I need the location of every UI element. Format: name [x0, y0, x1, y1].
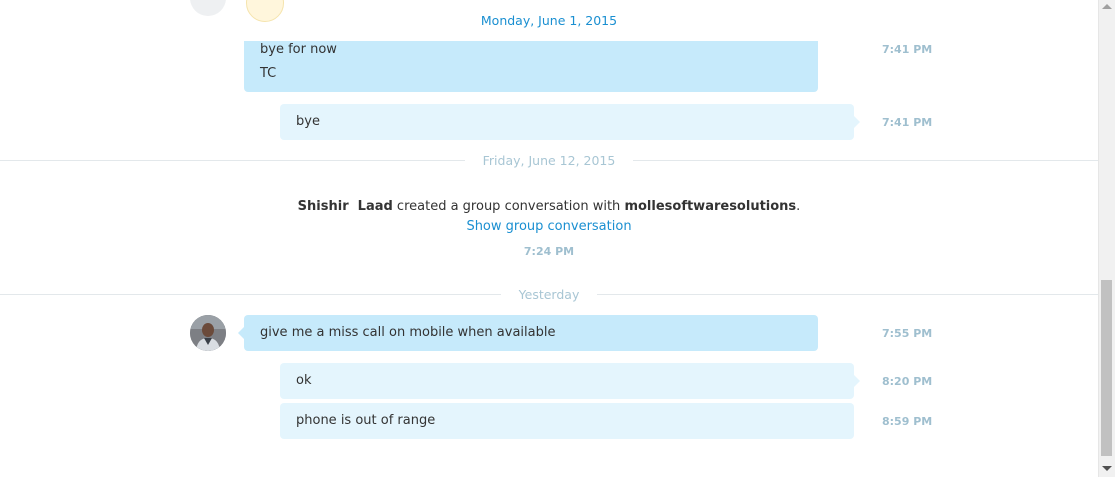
- message-timestamp: 8:20 PM: [882, 375, 933, 388]
- message-text: ok: [296, 373, 312, 388]
- message-timestamp: 7:41 PM: [882, 116, 933, 129]
- message-text: TC: [260, 66, 277, 81]
- message-timestamp: 7:55 PM: [882, 327, 933, 340]
- event-timestamp: 7:24 PM: [523, 245, 575, 258]
- scroll-up-icon[interactable]: [1102, 4, 1112, 9]
- group-event-text: Shishir Laad created a group conversatio…: [0, 199, 1098, 214]
- message-bubble[interactable]: phone is out of range: [280, 403, 854, 439]
- message-text: bye for now: [260, 42, 337, 57]
- bubble-tail: [854, 375, 860, 387]
- event-actor: Shishir Laad: [297, 199, 393, 214]
- message-bubble[interactable]: ok: [280, 363, 854, 399]
- event-target: mollesoftwaresolutions: [624, 199, 797, 214]
- bubble-tail: [854, 116, 860, 128]
- contact-avatar[interactable]: [190, 315, 226, 351]
- message-bubble[interactable]: bye for now TC: [244, 41, 818, 92]
- message-timestamp: 7:41 PM: [882, 43, 933, 56]
- scrollbar-thumb[interactable]: [1101, 280, 1112, 456]
- message-bubble[interactable]: bye: [280, 104, 854, 140]
- date-header-friday: Friday, June 12, 2015: [0, 153, 1098, 168]
- scroll-down-icon[interactable]: [1102, 466, 1112, 471]
- message-timestamp: 8:59 PM: [882, 415, 933, 428]
- date-header-text: Yesterday: [500, 287, 598, 302]
- date-header-text: Friday, June 12, 2015: [464, 153, 634, 168]
- message-bubble[interactable]: give me a miss call on mobile when avail…: [244, 315, 818, 351]
- date-header-yesterday: Yesterday: [0, 287, 1098, 302]
- show-group-conversation-link[interactable]: Show group conversation: [0, 219, 1098, 234]
- avatar-photo-icon: [190, 315, 226, 351]
- event-end-text: .: [796, 199, 801, 214]
- message-text: bye: [296, 114, 320, 129]
- message-text: give me a miss call on mobile when avail…: [260, 325, 556, 340]
- event-middle-text: created a group conversation with: [392, 199, 625, 214]
- date-header-monday: Monday, June 1, 2015: [480, 13, 618, 28]
- message-text: phone is out of range: [296, 413, 436, 428]
